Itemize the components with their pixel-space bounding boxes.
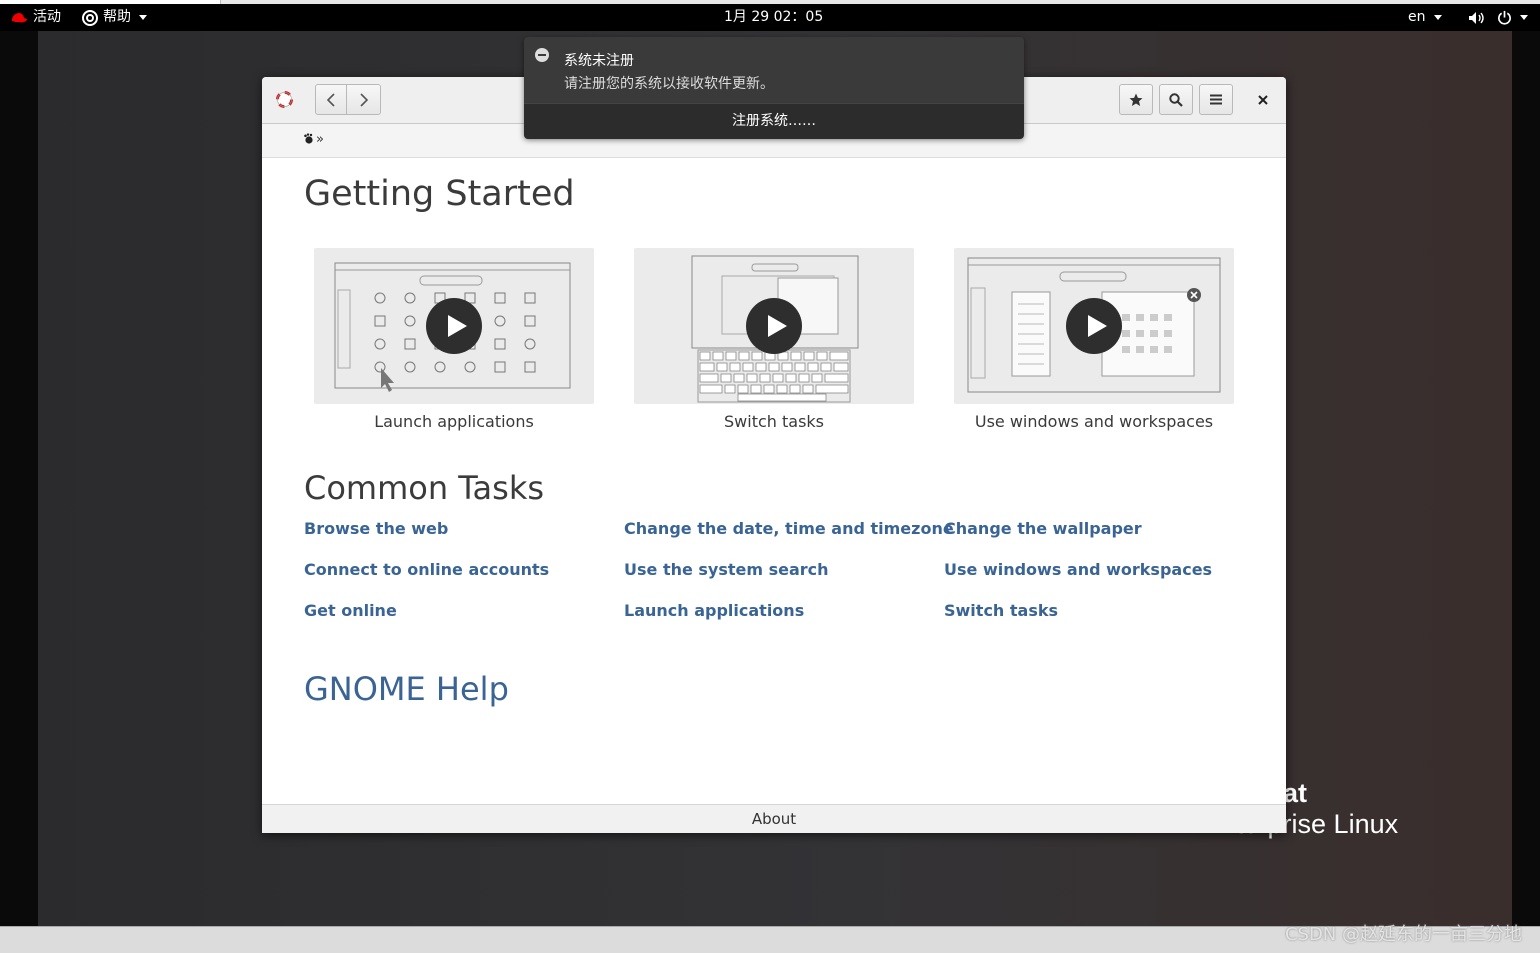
link-online-accounts[interactable]: Connect to online accounts bbox=[304, 560, 549, 579]
link-browse-web[interactable]: Browse the web bbox=[304, 519, 448, 538]
clock-label: 1月 29 02：05 bbox=[724, 9, 824, 25]
link-launch-applications[interactable]: Launch applications bbox=[624, 601, 804, 620]
home-icon bbox=[304, 133, 313, 144]
gnome-help-link[interactable]: GNOME Help bbox=[304, 670, 509, 708]
help-lifebuoy-icon bbox=[82, 9, 98, 26]
clock[interactable]: 1月 29 02：05 bbox=[724, 4, 823, 31]
help-lifebuoy-icon bbox=[276, 91, 293, 108]
volume-icon bbox=[1469, 11, 1484, 24]
dialog-minus-icon bbox=[535, 48, 549, 62]
home-link[interactable] bbox=[303, 133, 314, 149]
register-system-button[interactable]: 注册系统…… bbox=[524, 103, 1024, 139]
notification-title: 系统未注册 bbox=[564, 53, 634, 69]
back-button[interactable] bbox=[315, 84, 347, 115]
play-icon[interactable] bbox=[1066, 298, 1122, 354]
system-menu[interactable] bbox=[1497, 4, 1528, 31]
chevron-down-icon bbox=[1520, 15, 1528, 20]
redhat-icon bbox=[11, 12, 27, 22]
chevron-down-icon bbox=[1433, 15, 1442, 20]
video-card-launch-applications[interactable]: Launch applications bbox=[314, 248, 594, 431]
video-card-switch-tasks[interactable]: Switch tasks bbox=[634, 248, 914, 431]
search-button[interactable] bbox=[1159, 84, 1193, 115]
video-thumbnail[interactable] bbox=[634, 248, 914, 404]
help-content: Getting Started Launch applications Swit… bbox=[262, 158, 1286, 804]
link-windows-workspaces[interactable]: Use windows and workspaces bbox=[944, 560, 1212, 579]
video-caption: Launch applications bbox=[374, 412, 534, 431]
power-icon bbox=[1498, 10, 1511, 25]
link-get-online[interactable]: Get online bbox=[304, 601, 397, 620]
bookmark-star-icon bbox=[1129, 93, 1143, 106]
language-label: en bbox=[1408, 9, 1426, 25]
notification-body: 请注册您的系统以接收软件更新。 bbox=[564, 76, 774, 92]
menu-icon bbox=[1210, 94, 1222, 105]
about-footer: About bbox=[262, 804, 1286, 833]
brand-text-line1: at bbox=[1283, 778, 1308, 808]
volume-indicator[interactable] bbox=[1468, 4, 1486, 31]
video-thumbnail[interactable] bbox=[314, 248, 594, 404]
common-tasks-title: Common Tasks bbox=[304, 469, 545, 507]
close-icon bbox=[1258, 94, 1268, 105]
chevron-down-icon bbox=[139, 15, 147, 20]
app-icon bbox=[276, 91, 293, 112]
app-menu[interactable]: 帮助 bbox=[82, 4, 147, 31]
link-change-wallpaper[interactable]: Change the wallpaper bbox=[944, 519, 1142, 538]
breadcrumb-separator: » bbox=[316, 132, 324, 147]
activities-label: 活动 bbox=[33, 9, 61, 25]
video-caption: Switch tasks bbox=[724, 412, 824, 431]
language-menu[interactable]: en bbox=[1408, 4, 1442, 31]
app-menu-label: 帮助 bbox=[103, 9, 131, 25]
link-change-date-time[interactable]: Change the date, time and timezone bbox=[624, 519, 954, 538]
bookmark-button[interactable] bbox=[1119, 84, 1153, 115]
video-card-windows-workspaces[interactable]: Use windows and workspaces bbox=[954, 248, 1234, 431]
help-window: » Getting Started Launch applications Sw… bbox=[262, 77, 1286, 833]
forward-button[interactable] bbox=[347, 84, 381, 115]
back-icon bbox=[326, 92, 335, 107]
link-switch-tasks[interactable]: Switch tasks bbox=[944, 601, 1058, 620]
forward-icon bbox=[359, 92, 368, 107]
getting-started-title: Getting Started bbox=[304, 174, 575, 214]
search-icon bbox=[1169, 92, 1183, 107]
menu-button[interactable] bbox=[1199, 84, 1233, 115]
close-button[interactable] bbox=[1250, 84, 1276, 115]
video-thumbnail[interactable] bbox=[954, 248, 1234, 404]
link-system-search[interactable]: Use the system search bbox=[624, 560, 829, 579]
play-icon[interactable] bbox=[426, 298, 482, 354]
navigation-group bbox=[315, 84, 381, 115]
about-link[interactable]: About bbox=[752, 810, 796, 828]
video-caption: Use windows and workspaces bbox=[974, 412, 1214, 431]
watermark: CSDN @赵延东的一亩三分地 bbox=[1284, 924, 1522, 945]
top-bar: 活动 帮助 1月 29 02：05 en bbox=[0, 4, 1540, 31]
notification-banner[interactable]: 系统未注册 请注册您的系统以接收软件更新。 注册系统…… bbox=[524, 37, 1024, 139]
activities-button[interactable]: 活动 bbox=[10, 4, 61, 31]
play-icon[interactable] bbox=[746, 298, 802, 354]
